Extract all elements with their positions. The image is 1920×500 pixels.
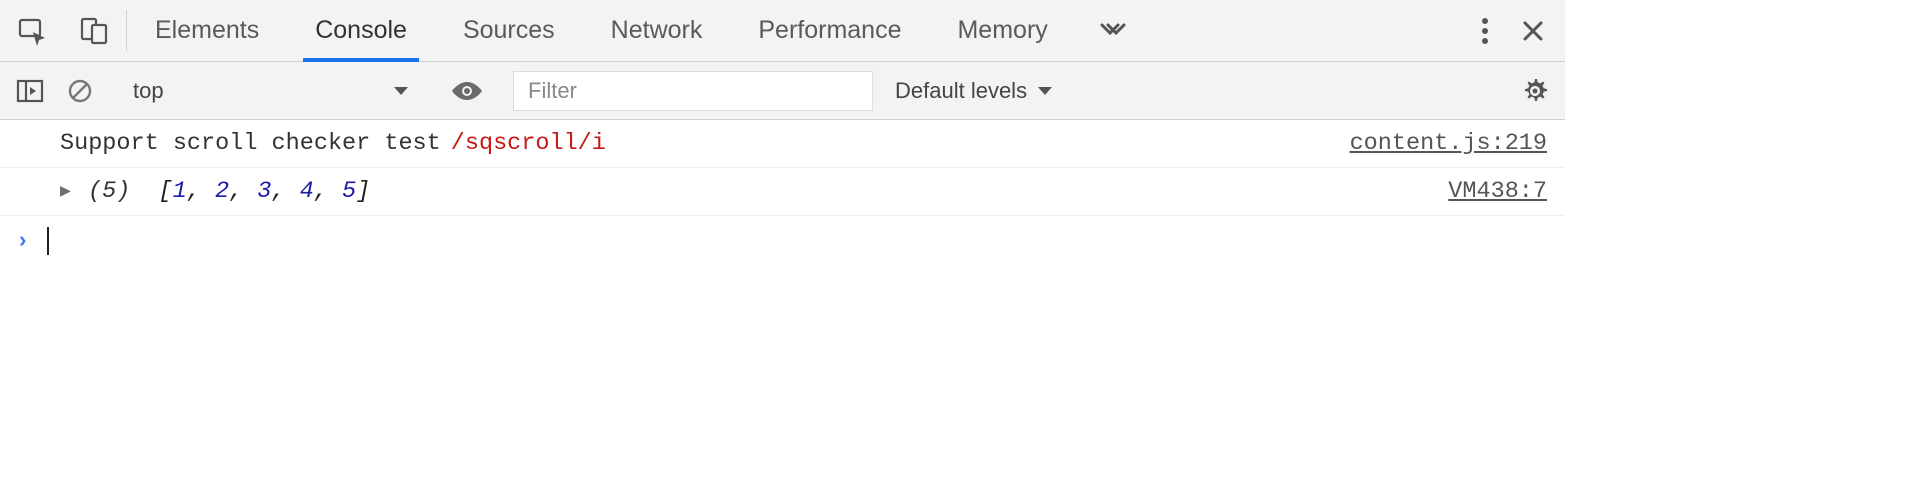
- console-prompt[interactable]: ›: [0, 216, 1565, 266]
- tab-network[interactable]: Network: [583, 0, 731, 61]
- bracket-close: ]: [356, 178, 370, 205]
- log-text: Support scroll checker test: [60, 130, 441, 157]
- tab-elements[interactable]: Elements: [127, 0, 287, 61]
- tab-label: Memory: [957, 16, 1047, 45]
- expand-icon[interactable]: ▶: [60, 180, 78, 202]
- console-settings-icon[interactable]: [1515, 71, 1555, 111]
- filter-input[interactable]: [513, 71, 873, 111]
- console-output: Support scroll checker test /sqscroll/i …: [0, 120, 1565, 266]
- chevron-down-icon: [393, 85, 409, 97]
- log-message: ▶ (5) [1, 2, 3, 4, 5]: [60, 178, 1448, 205]
- array-length: (5): [88, 178, 130, 205]
- clear-console-icon[interactable]: [60, 71, 100, 111]
- log-levels-selector[interactable]: Default levels: [883, 78, 1065, 104]
- toggle-sidebar-icon[interactable]: [10, 71, 50, 111]
- tab-label: Console: [315, 16, 407, 45]
- lead-icons: [0, 0, 126, 61]
- array-item: 4: [300, 178, 314, 205]
- tab-label: Network: [611, 16, 703, 45]
- text-caret: [47, 227, 49, 255]
- close-icon[interactable]: [1513, 11, 1553, 51]
- prompt-chevron-icon: ›: [16, 229, 29, 254]
- devtools-tab-bar: Elements Console Sources Network Perform…: [0, 0, 1565, 62]
- console-toolbar: top Default levels: [0, 62, 1565, 120]
- array-item: 3: [257, 178, 271, 205]
- tab-memory[interactable]: Memory: [929, 0, 1075, 61]
- log-regex: /sqscroll/i: [451, 130, 606, 157]
- log-source-link[interactable]: VM438:7: [1448, 178, 1553, 205]
- context-selector[interactable]: top: [121, 71, 421, 111]
- log-message: Support scroll checker test /sqscroll/i: [60, 130, 1350, 157]
- kebab-menu-icon[interactable]: [1465, 11, 1505, 51]
- device-toggle-icon[interactable]: [74, 11, 114, 51]
- tab-sources[interactable]: Sources: [435, 0, 583, 61]
- tab-label: Performance: [758, 16, 901, 45]
- live-expression-icon[interactable]: [442, 79, 492, 103]
- chevron-down-icon: [1037, 85, 1053, 97]
- tab-performance[interactable]: Performance: [730, 0, 929, 61]
- tab-console[interactable]: Console: [287, 0, 435, 61]
- trail-icons: [1432, 0, 1565, 61]
- levels-label: Default levels: [895, 78, 1027, 104]
- log-row: ▶ (5) [1, 2, 3, 4, 5] VM438:7: [0, 168, 1565, 216]
- array-item: 2: [215, 178, 229, 205]
- bracket-open: [: [159, 178, 173, 205]
- log-source-link[interactable]: content.js:219: [1350, 130, 1553, 157]
- context-label: top: [133, 78, 164, 104]
- tab-label: Elements: [155, 16, 259, 45]
- tabs-container: Elements Console Sources Network Perform…: [127, 0, 1432, 61]
- log-row: Support scroll checker test /sqscroll/i …: [0, 120, 1565, 168]
- tabs-overflow-button[interactable]: [1076, 0, 1150, 61]
- tab-label: Sources: [463, 16, 555, 45]
- inspect-element-icon[interactable]: [12, 11, 52, 51]
- array-item: 5: [342, 178, 356, 205]
- array-item: 1: [173, 178, 187, 205]
